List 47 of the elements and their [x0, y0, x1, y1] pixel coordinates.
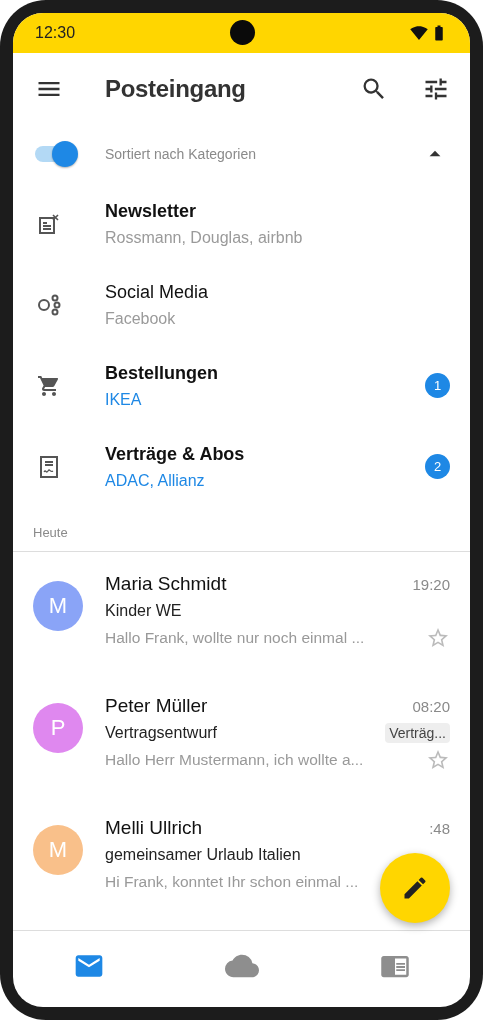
category-title: Social Media	[105, 281, 210, 303]
category-senders: Rossmann, Douglas, airbnb	[105, 228, 304, 247]
unread-count: 1	[425, 373, 450, 398]
status-time: 12:30	[35, 24, 76, 42]
category-senders: Facebook	[105, 309, 177, 328]
email-time: :48	[429, 819, 450, 837]
email-sender: Peter Müller	[105, 695, 208, 717]
category-title: Bestellungen	[105, 362, 220, 384]
email-preview: Hallo Frank, wollte nur noch einmal ...	[105, 629, 365, 647]
email-preview: Hallo Herr Mustermann, ich wollte a...	[105, 751, 364, 769]
compose-button[interactable]	[380, 853, 450, 923]
email-subject: gemeinsamer Urlaub Italien	[105, 846, 301, 864]
share-icon	[37, 293, 61, 316]
unread-count: 2	[425, 454, 450, 479]
email-subject: Vertragsentwurf	[105, 724, 218, 742]
wifi-icon	[410, 24, 428, 42]
email-subject: Kinder WE	[105, 602, 182, 620]
category-title: Verträge & Abos	[105, 443, 246, 465]
camera-icon	[229, 20, 255, 45]
star-icon[interactable]	[426, 748, 450, 772]
category-item[interactable]: Newsletter Rossmann, Douglas, airbnb	[13, 183, 470, 264]
category-senders: IKEA	[105, 390, 143, 409]
sort-switch[interactable]	[33, 140, 79, 168]
category-title: Newsletter	[105, 200, 198, 222]
email-preview: Hi Frank, konntet Ihr schon einmal ...	[105, 873, 359, 891]
document-icon	[39, 454, 59, 479]
section-header: Heute	[33, 525, 68, 540]
category-senders: ADAC, Allianz	[105, 471, 206, 490]
email-item[interactable]: P Peter Müller 08:20 Vertragsentwurf Verträg... Hallo Herr Mustermann, ich wollte a...	[13, 674, 470, 796]
newsletter-icon	[38, 212, 60, 235]
avatar: M	[33, 581, 83, 631]
sort-label: Sortiert nach Kategorien	[105, 146, 257, 162]
cart-icon	[37, 373, 61, 398]
email-time: 19:20	[412, 575, 450, 593]
category-item[interactable]: Bestellungen IKEA 1	[13, 345, 470, 426]
category-item[interactable]: Verträge & Abos ADAC, Allianz 2	[13, 426, 470, 507]
email-sender: Melli Ullrich	[105, 817, 203, 839]
category-item[interactable]: Social Media Facebook	[13, 264, 470, 345]
avatar: M	[33, 825, 83, 875]
label-chip: Verträg...	[385, 723, 450, 743]
email-time: 08:20	[412, 697, 450, 715]
avatar: P	[33, 703, 83, 753]
page-title: Posteingang	[105, 75, 247, 103]
star-icon[interactable]	[426, 626, 450, 650]
email-item[interactable]: M Melli Ullrich :48 gemeinsamer Urlaub Italien Hi Frank, konntet Ihr schon einmal ...	[13, 796, 470, 918]
email-sender: Maria Schmidt	[105, 573, 227, 595]
email-item[interactable]: M Maria Schmidt 19:20 Kinder WE Hallo Frank, wollte nur noch einmal ...	[13, 552, 470, 674]
